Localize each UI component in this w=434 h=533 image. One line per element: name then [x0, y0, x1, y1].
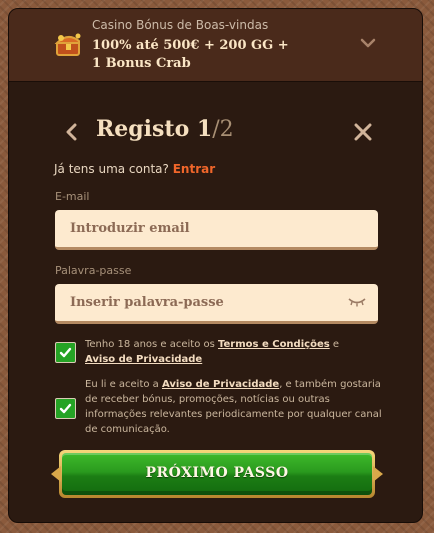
eye-closed-icon[interactable]: [348, 297, 366, 307]
terms-checkbox[interactable]: [55, 342, 76, 363]
marketing-text-before: Eu li e aceito a: [85, 379, 162, 390]
page-title: Registo 1/2: [96, 116, 234, 142]
banner-title: 100% até 500€ + 200 GG + 1 Bonus Crab: [92, 38, 289, 71]
password-field[interactable]: Inserir palavra-passe: [55, 284, 378, 324]
next-button-frame: PRÓXIMO PASSO: [51, 450, 383, 498]
marketing-consent-text: Eu li e aceito a Aviso de Privacidade, e…: [85, 377, 385, 437]
close-button[interactable]: [353, 122, 373, 142]
password-placeholder: Inserir palavra-passe: [70, 295, 224, 310]
chevron-down-icon[interactable]: [360, 37, 376, 49]
registration-modal: Casino Bónus de Boas-vindas 100% até 500…: [8, 8, 423, 523]
checkmark-icon: [59, 347, 72, 358]
marketing-checkbox[interactable]: [55, 398, 76, 419]
terms-link[interactable]: Termos e Condições: [218, 339, 330, 350]
email-field[interactable]: Introduzir email: [55, 210, 378, 250]
back-button[interactable]: [61, 121, 83, 143]
button-ornament-right: [373, 466, 383, 482]
treasure-chest-icon: [54, 33, 81, 56]
login-prompt: Já tens uma conta? Entrar: [54, 162, 215, 176]
close-icon: [354, 123, 372, 141]
privacy-link[interactable]: Aviso de Privacidade: [85, 354, 202, 365]
terms-consent-text: Tenho 18 anos e aceito os Termos e Condi…: [85, 337, 385, 367]
chevron-left-icon: [66, 123, 77, 141]
button-ornament-left: [51, 466, 61, 482]
title-text: Registo: [96, 116, 190, 142]
next-step-button[interactable]: PRÓXIMO PASSO: [62, 453, 372, 495]
email-label: E-mail: [55, 190, 90, 203]
welcome-bonus-banner[interactable]: Casino Bónus de Boas-vindas 100% até 500…: [9, 9, 422, 82]
password-label: Palavra-passe: [55, 264, 132, 277]
login-link[interactable]: Entrar: [173, 162, 215, 176]
banner-subtitle: Casino Bónus de Boas-vindas: [92, 18, 269, 32]
marketing-privacy-link[interactable]: Aviso de Privacidade: [162, 379, 279, 390]
terms-text-before: Tenho 18 anos e aceito os: [85, 339, 219, 350]
terms-text-and: e: [329, 339, 340, 350]
step-current: 1: [196, 116, 213, 142]
checkmark-icon: [59, 403, 72, 414]
login-prompt-text: Já tens uma conta?: [54, 162, 169, 176]
step-total: /2: [212, 117, 234, 142]
